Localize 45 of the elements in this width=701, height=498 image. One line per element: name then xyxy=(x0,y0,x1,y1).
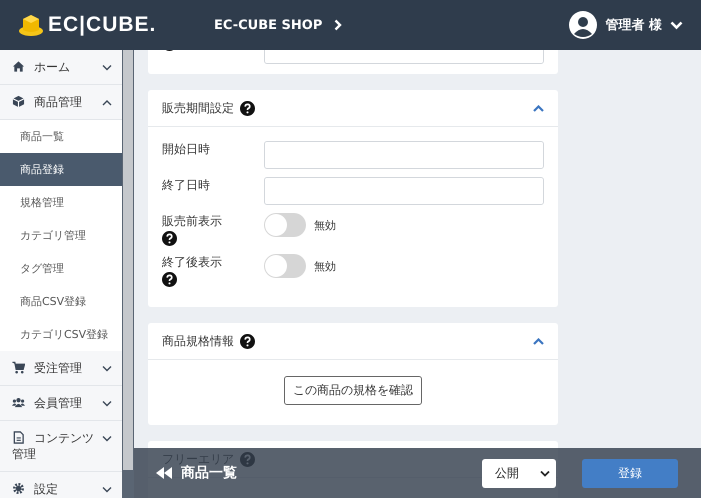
gear-icon xyxy=(12,482,25,495)
chevron-right-icon xyxy=(334,19,342,31)
section-title: 商品規格情報 xyxy=(162,332,234,350)
sidebar-item[interactable]: コンテンツ管理 xyxy=(0,421,122,472)
field-label: 販売前表示 xyxy=(162,213,222,230)
section-title: 販売期間設定 xyxy=(162,100,234,116)
chevron-down-icon xyxy=(670,20,683,30)
collapse-toggle-icon[interactable] xyxy=(533,338,544,344)
help-icon xyxy=(162,231,177,246)
collapse-toggle-icon[interactable] xyxy=(533,104,544,112)
cube-logo-icon xyxy=(18,13,44,37)
sidebar-item[interactable]: ホーム xyxy=(0,50,122,85)
file-icon xyxy=(12,431,25,444)
users-icon xyxy=(12,396,25,409)
sidebar-item[interactable]: 会員管理 xyxy=(0,386,122,421)
home-icon xyxy=(12,60,25,73)
chevron-down-icon xyxy=(540,470,550,476)
register-button[interactable]: 登録 xyxy=(582,458,678,488)
sidebar-item[interactable]: 設定 xyxy=(0,472,122,498)
user-menu[interactable]: 管理者 様 xyxy=(569,11,683,39)
cart-icon xyxy=(12,361,25,374)
toggle-status: 無効 xyxy=(314,258,336,274)
double-arrow-left-icon xyxy=(156,467,172,479)
field-label: 終了日時 xyxy=(162,177,210,194)
box-icon xyxy=(12,95,25,108)
toggle-switch[interactable] xyxy=(264,254,306,278)
shop-name-link[interactable]: EC-CUBE SHOP xyxy=(214,18,322,32)
help-icon xyxy=(162,272,177,287)
user-avatar-icon xyxy=(569,11,598,39)
input-field[interactable] xyxy=(264,177,544,205)
sidebar-subitem[interactable]: 商品登録 xyxy=(0,153,122,186)
help-icon xyxy=(240,334,255,348)
field-label: 終了後表示 xyxy=(162,254,222,271)
toggle-status: 無効 xyxy=(314,218,336,232)
status-select[interactable]: 公開 xyxy=(482,458,556,488)
sidebar-item[interactable]: 商品管理 xyxy=(0,85,122,120)
input-field[interactable] xyxy=(264,141,544,169)
check-variants-button[interactable]: この商品の規格を確認 xyxy=(284,376,422,405)
scrollbar-thumb[interactable] xyxy=(123,50,133,470)
help-icon xyxy=(240,100,255,116)
back-link[interactable]: 商品一覧 xyxy=(156,464,237,482)
toggle-switch[interactable] xyxy=(264,213,306,237)
sidebar-item[interactable]: 受注管理 xyxy=(0,351,122,386)
logo-text[interactable]: EC|CUBE. xyxy=(48,13,156,37)
field-label: 開始日時 xyxy=(162,141,210,158)
